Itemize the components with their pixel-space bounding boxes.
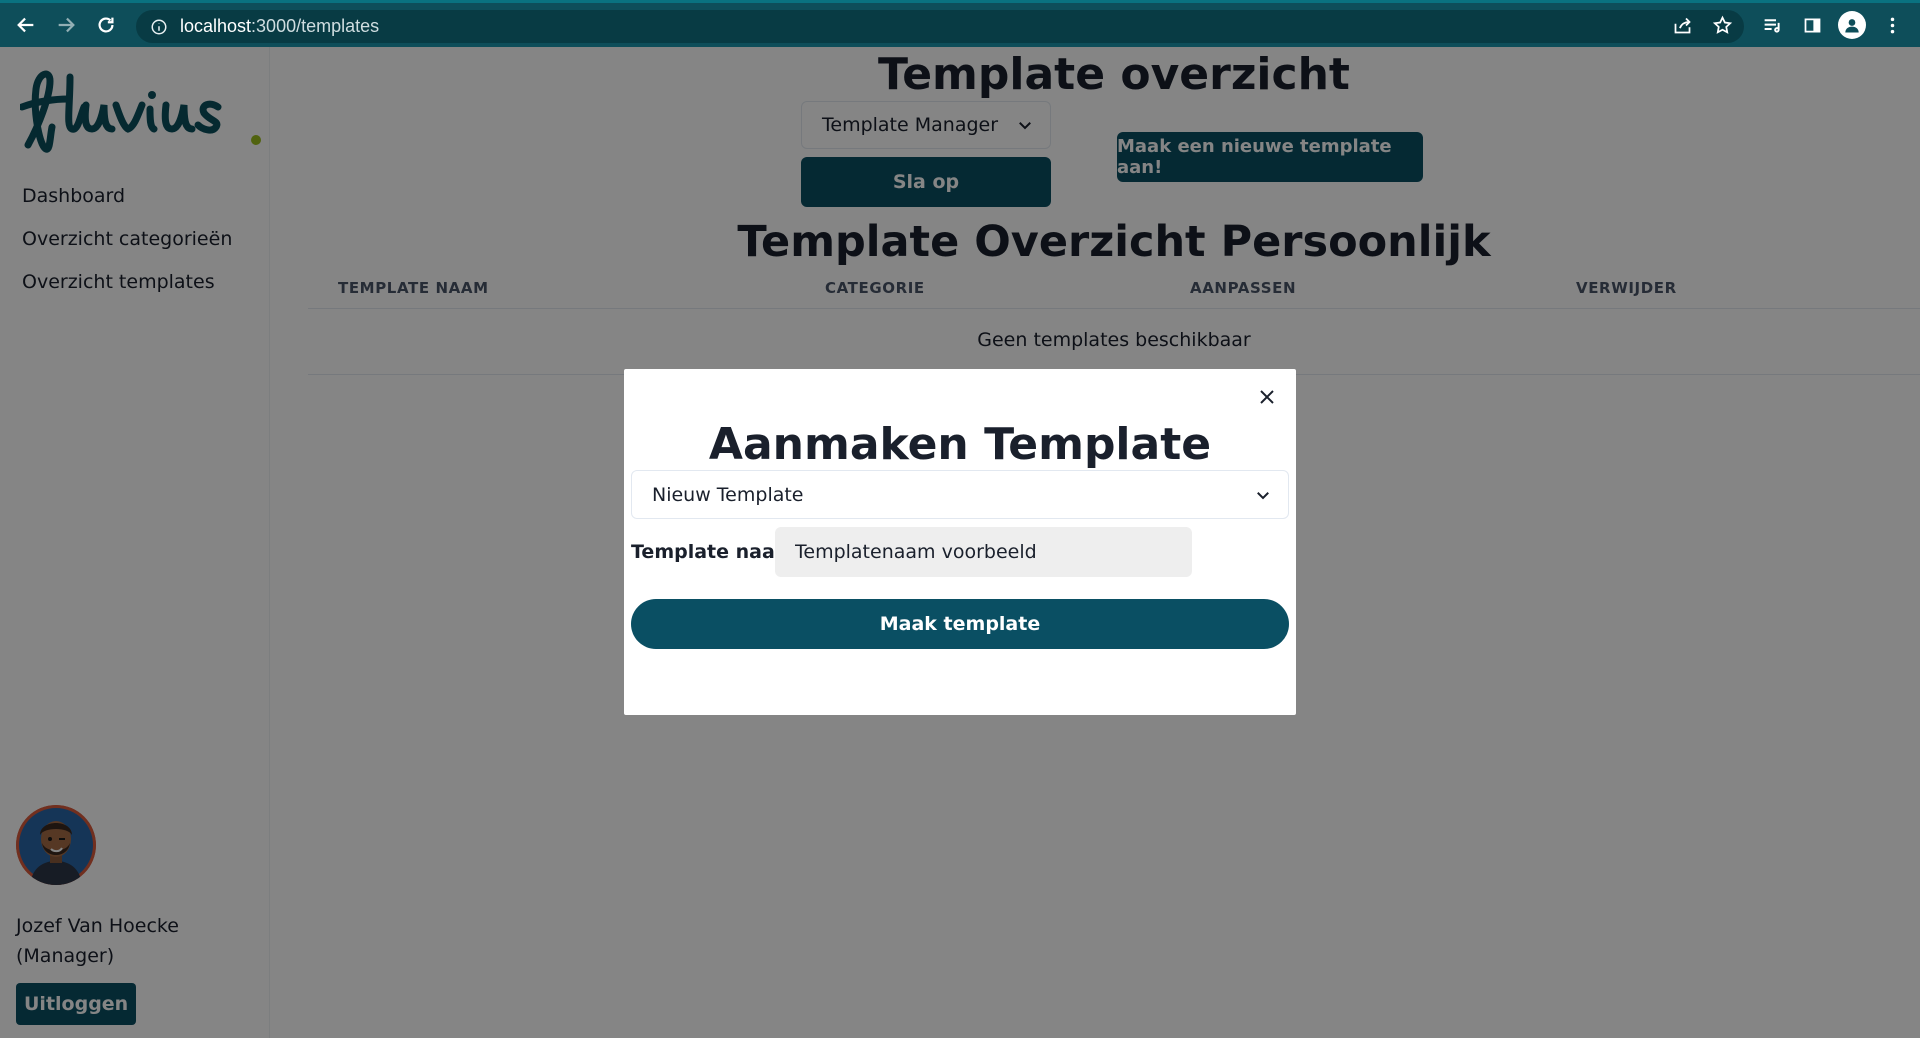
address-bar[interactable]: localhost:3000/templates	[136, 10, 1744, 43]
back-icon[interactable]	[6, 5, 46, 45]
share-icon[interactable]	[1664, 7, 1700, 43]
url-path: :3000/templates	[251, 16, 380, 36]
modal-title: Aanmaken Template	[708, 419, 1212, 470]
side-panel-icon[interactable]	[1794, 7, 1830, 43]
browser-toolbar: localhost:3000/templates	[0, 0, 1920, 47]
create-template-button[interactable]: Maak template	[631, 599, 1289, 649]
template-type-select[interactable]: Nieuw Template	[631, 470, 1289, 519]
browser-actions	[1664, 3, 1920, 47]
profile-icon[interactable]	[1834, 7, 1870, 43]
reading-list-icon[interactable]	[1754, 7, 1790, 43]
template-name-input[interactable]	[775, 527, 1192, 577]
chevron-down-icon	[1257, 492, 1269, 500]
url-text: localhost:3000/templates	[180, 16, 379, 37]
site-info-icon[interactable]	[150, 18, 168, 36]
menu-kebab-icon[interactable]	[1874, 7, 1910, 43]
forward-icon[interactable]	[46, 5, 86, 45]
bookmark-star-icon[interactable]	[1704, 7, 1740, 43]
create-template-modal: Aanmaken Template Nieuw Template Templat…	[624, 369, 1296, 715]
close-icon[interactable]	[1252, 382, 1282, 412]
reload-icon[interactable]	[86, 5, 126, 45]
url-host: localhost	[180, 16, 252, 36]
template-type-value: Nieuw Template	[652, 483, 804, 506]
